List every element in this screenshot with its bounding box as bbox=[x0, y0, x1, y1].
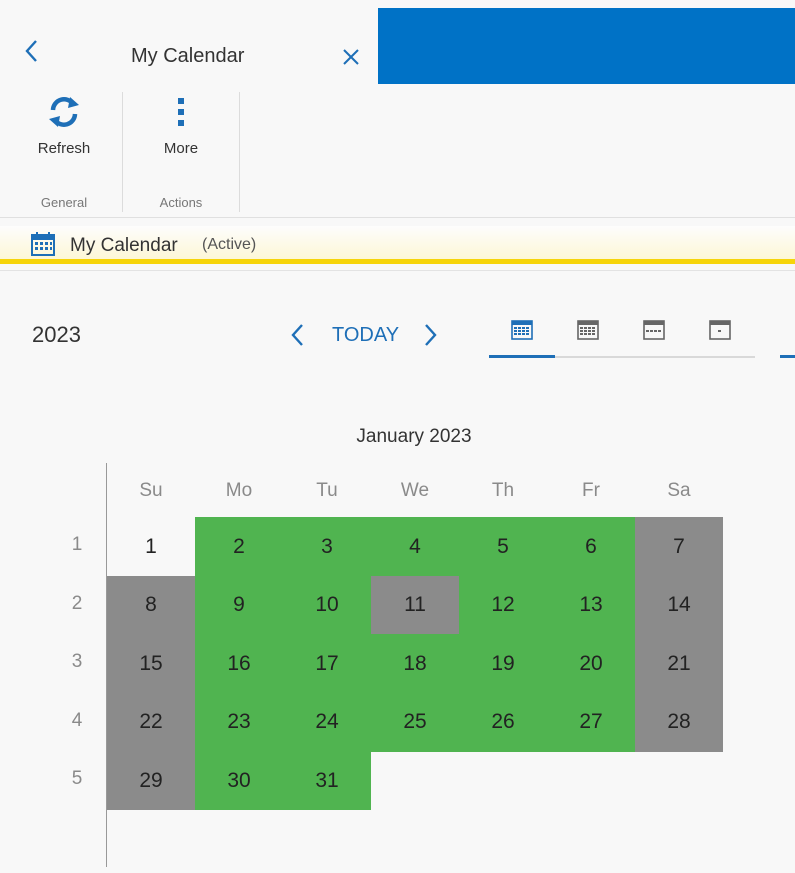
calendar-day[interactable]: 21 bbox=[635, 634, 723, 693]
calendar-day[interactable]: 10 bbox=[283, 575, 371, 635]
calendar-day[interactable]: 3 bbox=[283, 517, 371, 576]
calendar-day[interactable]: 19 bbox=[459, 634, 547, 693]
calendar-day[interactable]: 29 bbox=[107, 751, 195, 810]
close-icon[interactable] bbox=[340, 46, 362, 68]
calendar-day[interactable]: 5 bbox=[459, 517, 547, 576]
ribbon-separator bbox=[239, 92, 240, 212]
calendar-day[interactable]: 28 bbox=[635, 692, 723, 752]
weekday-label: Tu bbox=[316, 480, 338, 501]
weekday-label: Sa bbox=[667, 480, 691, 501]
ribbon-group-general: General bbox=[40, 195, 88, 210]
weekday-label: Th bbox=[491, 480, 515, 501]
calendar-day[interactable]: 15 bbox=[107, 634, 195, 693]
ribbon-group-actions: Actions bbox=[159, 195, 203, 210]
calendar-day[interactable]: 13 bbox=[547, 575, 635, 635]
refresh-button[interactable]: Refresh bbox=[24, 92, 104, 157]
calendar-day[interactable]: 27 bbox=[547, 692, 635, 752]
calendar-day[interactable]: 2 bbox=[195, 517, 283, 576]
week-number: 3 bbox=[71, 651, 83, 672]
chevron-left-icon[interactable] bbox=[288, 322, 308, 348]
calendar-day[interactable]: 14 bbox=[635, 575, 723, 635]
today-button[interactable]: TODAY bbox=[332, 324, 399, 347]
year-label: 2023 bbox=[32, 322, 81, 347]
calendar-day[interactable]: 4 bbox=[371, 517, 459, 576]
calendar-day[interactable]: 18 bbox=[371, 634, 459, 693]
calendar-day[interactable]: 16 bbox=[195, 634, 283, 693]
refresh-label: Refresh bbox=[37, 140, 91, 157]
week-number: 4 bbox=[71, 709, 83, 731]
week-view-icon[interactable] bbox=[639, 316, 669, 346]
calendar-day[interactable]: 31 bbox=[283, 751, 371, 810]
refresh-icon bbox=[49, 97, 79, 127]
tab-title: My Calendar bbox=[131, 45, 245, 67]
year-view-icon[interactable] bbox=[507, 316, 537, 346]
calendar-info-bar: My Calendar (Active) bbox=[0, 226, 795, 264]
tab-my-calendar[interactable]: My Calendar bbox=[0, 8, 378, 84]
chevron-left-icon[interactable] bbox=[22, 38, 42, 64]
chevron-right-icon[interactable] bbox=[420, 322, 440, 348]
calendar-day[interactable]: 11 bbox=[371, 575, 459, 635]
calendar-day[interactable]: 20 bbox=[547, 634, 635, 693]
calendar-day[interactable]: 25 bbox=[371, 692, 459, 752]
weekday-label: Mo bbox=[225, 480, 253, 501]
calendar-day[interactable]: 6 bbox=[547, 517, 635, 576]
weekday-label: Fr bbox=[582, 480, 600, 501]
info-bar-title: My Calendar bbox=[70, 235, 178, 256]
more-vertical-icon bbox=[178, 98, 184, 126]
month-title: January 2023 bbox=[356, 426, 472, 447]
calendar-day[interactable]: 23 bbox=[195, 692, 283, 752]
day-view-icon[interactable] bbox=[705, 316, 735, 346]
calendar-day[interactable]: 12 bbox=[459, 575, 547, 635]
calendar-day[interactable]: 1 bbox=[107, 517, 195, 576]
calendar-icon bbox=[31, 232, 55, 256]
status-badge: (Active) bbox=[202, 236, 257, 253]
more-button[interactable]: More bbox=[141, 92, 221, 157]
calendar-day[interactable]: 30 bbox=[195, 751, 283, 810]
ribbon: Refresh General More Actions bbox=[0, 84, 795, 218]
calendar-day[interactable]: 17 bbox=[283, 634, 371, 693]
more-label: More bbox=[163, 140, 199, 157]
calendar-day[interactable]: 26 bbox=[459, 692, 547, 752]
weekday-label: Su bbox=[139, 480, 163, 501]
active-view-indicator bbox=[489, 355, 555, 358]
scroll-indicator bbox=[780, 355, 795, 358]
divider bbox=[0, 270, 795, 271]
week-number: 5 bbox=[71, 768, 83, 789]
calendar-day[interactable]: 7 bbox=[635, 517, 723, 576]
month-view-icon[interactable] bbox=[573, 316, 603, 346]
calendar-day[interactable]: 24 bbox=[283, 692, 371, 752]
calendar-day[interactable]: 9 bbox=[195, 575, 283, 635]
weekday-label: We bbox=[400, 480, 430, 501]
calendar-day[interactable]: 8 bbox=[107, 575, 195, 635]
view-switcher bbox=[489, 312, 755, 358]
calendar-day[interactable]: 22 bbox=[107, 692, 195, 752]
ribbon-separator bbox=[122, 92, 123, 212]
week-number: 2 bbox=[71, 592, 83, 614]
week-number: 1 bbox=[71, 534, 83, 555]
